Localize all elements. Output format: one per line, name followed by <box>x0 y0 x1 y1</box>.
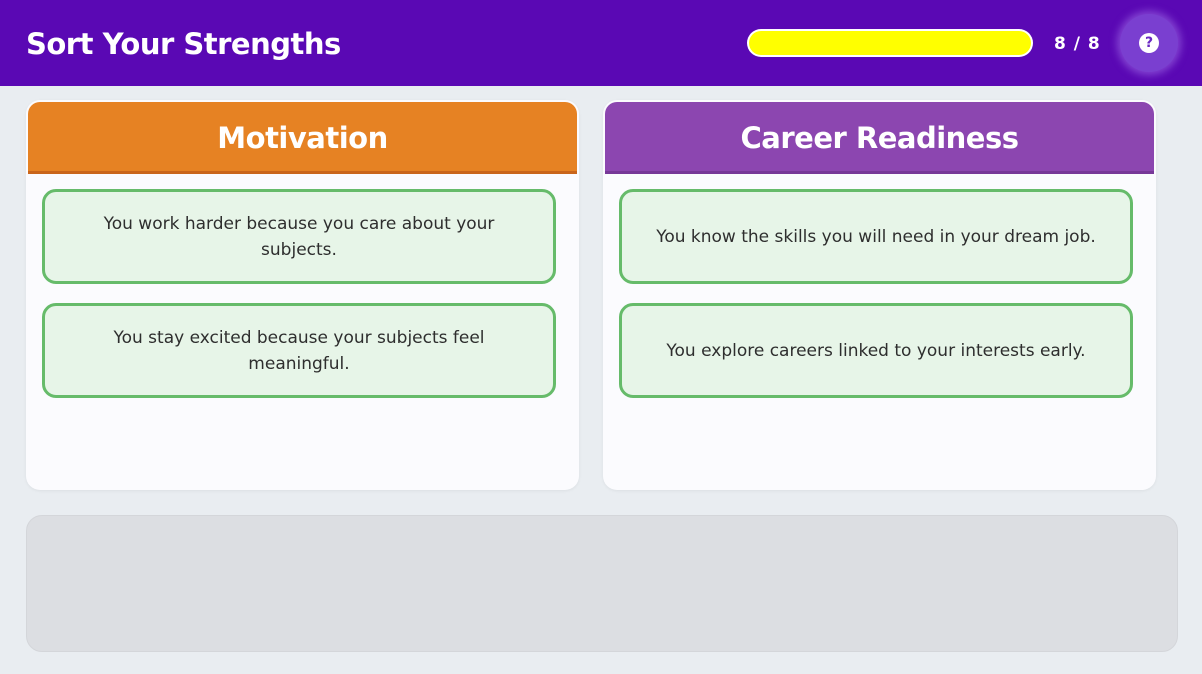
page-title: Sort Your Strengths <box>26 27 341 61</box>
top-bar: Sort Your Strengths 8 / 8 ? <box>0 0 1202 86</box>
strength-card[interactable]: You work harder because you care about y… <box>42 189 556 284</box>
strength-card[interactable]: You stay excited because your subjects f… <box>42 303 556 398</box>
progress-count: 8 / 8 <box>1054 34 1101 54</box>
strength-card[interactable]: You explore careers linked to your inter… <box>619 303 1133 398</box>
strength-card[interactable]: You know the skills you will need in you… <box>619 189 1133 284</box>
category-panel-motivation[interactable]: Motivation You work harder because you c… <box>26 100 579 490</box>
category-header-career-readiness: Career Readiness <box>605 102 1154 174</box>
category-title: Career Readiness <box>740 121 1020 155</box>
progress-bar <box>747 29 1033 57</box>
help-button[interactable]: ? <box>1120 14 1178 72</box>
category-header-motivation: Motivation <box>28 102 577 174</box>
category-panel-career-readiness[interactable]: Career Readiness You know the skills you… <box>603 100 1156 490</box>
progress-bar-fill <box>749 31 1031 55</box>
category-title: Motivation <box>217 121 388 155</box>
unsorted-cards-tray[interactable] <box>26 515 1178 652</box>
question-mark-icon: ? <box>1139 33 1159 53</box>
